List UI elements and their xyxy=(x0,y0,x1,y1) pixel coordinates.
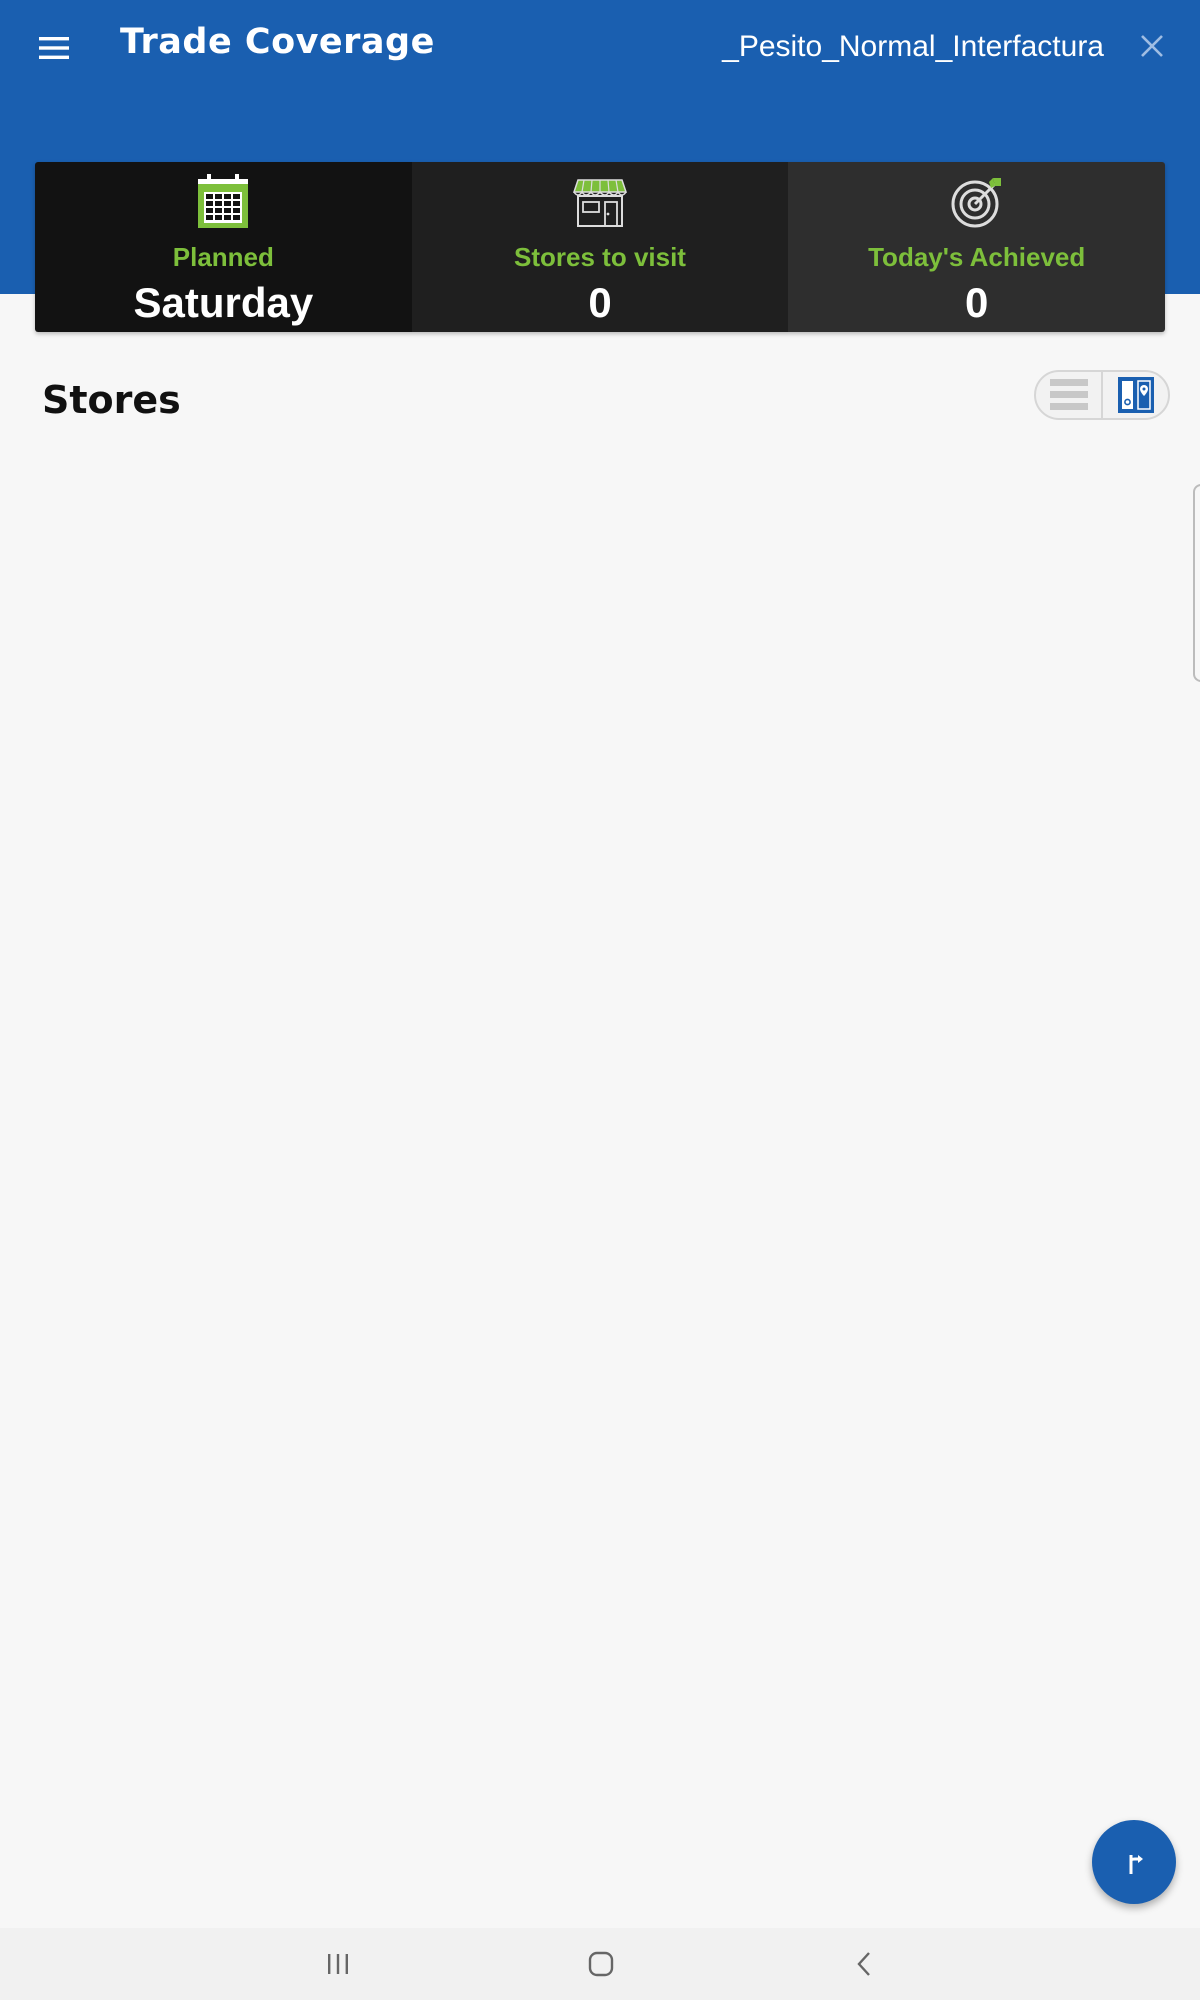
close-button[interactable] xyxy=(1132,26,1172,66)
map-view-icon xyxy=(1117,377,1154,413)
list-view-button[interactable] xyxy=(1036,372,1103,418)
achieved-value: 0 xyxy=(965,279,989,326)
planned-tile: Planned Saturday xyxy=(35,162,412,332)
view-toggle xyxy=(1034,370,1170,420)
calendar-icon xyxy=(198,174,249,228)
route-icon xyxy=(1129,1855,1143,1874)
achieved-label: Today's Achieved xyxy=(868,242,1086,272)
system-navigation-bar xyxy=(0,1928,1200,2000)
back-button[interactable] xyxy=(834,1940,894,1988)
stores-to-visit-label: Stores to visit xyxy=(514,242,686,272)
planned-label: Planned xyxy=(172,242,274,272)
stores-to-visit-value: 0 xyxy=(588,279,612,326)
profile-name: _Pesito_Normal_Interfactura xyxy=(722,30,1104,63)
planned-value: Saturday xyxy=(133,279,314,326)
storefront-icon xyxy=(572,179,628,227)
summary-card: Planned Saturday Stores to visit 0 Today… xyxy=(35,162,1165,332)
target-icon xyxy=(951,178,1001,228)
list-view-icon xyxy=(1049,379,1088,410)
app-screen: Trade Coverage _Pesito_Normal_Interfactu… xyxy=(0,0,1200,2000)
app-title: Trade Coverage xyxy=(120,22,435,62)
side-drawer-handle[interactable] xyxy=(1193,484,1200,682)
map-view-button[interactable] xyxy=(1103,372,1168,418)
stores-to-visit-tile: Stores to visit 0 xyxy=(411,162,789,332)
home-button[interactable] xyxy=(571,1940,631,1988)
recent-apps-button[interactable] xyxy=(308,1940,368,1988)
back-icon xyxy=(857,1952,870,1976)
home-icon xyxy=(588,1951,614,1977)
recent-apps-icon xyxy=(328,1954,348,1974)
route-fab-button[interactable] xyxy=(1092,1820,1176,1904)
menu-button[interactable] xyxy=(30,24,78,72)
hamburger-menu-icon xyxy=(39,37,69,59)
top-app-bar: Trade Coverage _Pesito_Normal_Interfactu… xyxy=(0,0,1200,96)
achieved-tile: Today's Achieved 0 xyxy=(788,162,1165,332)
stores-title: Stores xyxy=(42,378,181,422)
close-icon xyxy=(1141,35,1163,57)
